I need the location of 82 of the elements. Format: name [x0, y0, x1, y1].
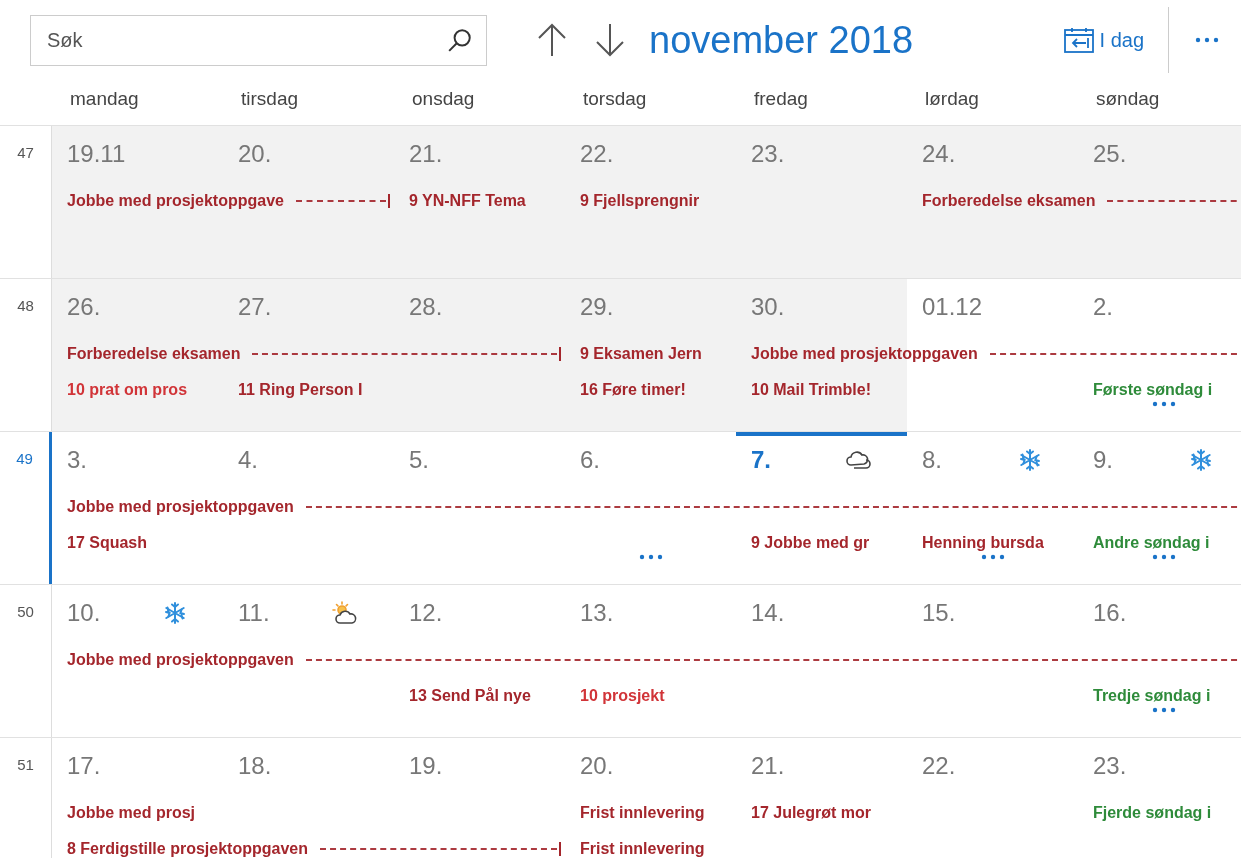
date-label[interactable]: 19.11 — [67, 140, 126, 168]
date-label[interactable]: 28. — [409, 293, 443, 321]
date-label[interactable]: 30. — [751, 293, 785, 321]
date-label[interactable]: 10. — [67, 599, 101, 627]
date-label[interactable]: 4. — [238, 446, 258, 474]
date-label[interactable]: 25. — [1093, 140, 1127, 168]
event-label[interactable]: 9 YN-NFF Tema — [409, 192, 526, 210]
event-label[interactable]: 8 Ferdigstille prosjektoppgaven — [67, 840, 308, 858]
date-label[interactable]: 2. — [1093, 293, 1113, 321]
event-label[interactable]: Forberedelse eksamen — [922, 192, 1096, 210]
event-label[interactable]: Henning bursda — [922, 534, 1044, 552]
event-label[interactable]: 17 Julegrøt mor — [751, 804, 872, 822]
event-label[interactable]: Jobbe med prosj — [67, 804, 196, 822]
date-label[interactable]: 26. — [67, 293, 101, 321]
weekday-header: mandag — [69, 87, 140, 110]
date-label[interactable]: 6. — [580, 446, 600, 474]
date-label[interactable]: 20. — [238, 140, 272, 168]
date-label[interactable]: 20. — [580, 752, 614, 780]
today-button[interactable]: I dag — [1059, 23, 1148, 57]
date-label[interactable]: 13. — [580, 599, 614, 627]
date-label[interactable]: 22. — [922, 752, 956, 780]
weekday-header: fredag — [753, 87, 809, 110]
event-label[interactable]: 9 Jobbe med gr — [751, 534, 870, 552]
event-label[interactable]: 17 Squash — [67, 534, 148, 552]
date-label[interactable]: 21. — [409, 140, 443, 168]
date-label[interactable]: 11. — [238, 599, 270, 627]
weekday-header: tirsdag — [240, 87, 300, 110]
more-events-icon[interactable] — [638, 554, 663, 560]
date-label[interactable]: 23. — [1093, 752, 1127, 780]
date-label[interactable]: 24. — [922, 140, 956, 168]
date-label[interactable]: 12. — [409, 599, 443, 627]
event-label[interactable]: Andre søndag i — [1093, 534, 1210, 552]
search-field[interactable]: Søk — [30, 14, 487, 66]
event-label[interactable]: 9 Eksamen Jern — [580, 345, 702, 363]
event-label[interactable]: 16 Føre timer! — [580, 381, 686, 399]
date-label[interactable]: 22. — [580, 140, 614, 168]
date-label[interactable]: 7. — [751, 446, 771, 474]
up-arrow-icon — [537, 23, 567, 57]
date-label[interactable]: 14. — [751, 599, 785, 627]
search-icon — [447, 26, 473, 53]
date-label[interactable]: 01.12 — [922, 293, 983, 321]
date-label[interactable]: 9. — [1093, 446, 1113, 474]
more-icon — [1195, 37, 1219, 43]
date-label[interactable]: 15. — [922, 599, 956, 627]
more-events-icon[interactable] — [1151, 401, 1176, 407]
event-label[interactable]: 10 Mail Trimble! — [751, 381, 872, 399]
date-label[interactable]: 19. — [409, 752, 443, 780]
date-label[interactable]: 27. — [238, 293, 272, 321]
date-label[interactable]: 23. — [751, 140, 785, 168]
event-label[interactable]: Jobbe med prosjektoppgaven — [67, 651, 294, 669]
down-arrow-icon — [595, 23, 625, 57]
event-label[interactable]: Jobbe med prosjektoppgave — [67, 192, 284, 210]
event-label[interactable]: 10 prosjekt — [580, 687, 665, 705]
event-label[interactable]: Frist innlevering — [580, 840, 705, 858]
weekday-header: lørdag — [924, 87, 980, 110]
event-label[interactable]: Første søndag i — [1093, 381, 1213, 399]
event-label[interactable]: 11 Ring Person I — [238, 381, 363, 399]
calendar-icon — [1063, 27, 1094, 53]
weekday-header: onsdag — [411, 87, 476, 110]
month-title: november 2018 — [649, 18, 914, 62]
event-label[interactable]: Fjerde søndag i — [1093, 804, 1212, 822]
date-label[interactable]: 29. — [580, 293, 614, 321]
event-label[interactable]: Jobbe med prosjektoppgaven — [751, 345, 978, 363]
event-label[interactable]: Jobbe med prosjektoppgaven — [67, 498, 294, 516]
event-label[interactable]: 13 Send Pål nye — [409, 687, 531, 705]
date-label[interactable]: 16. — [1093, 599, 1127, 627]
event-label[interactable]: 9 Fjellsprengnir — [580, 192, 700, 210]
more-events-icon[interactable] — [1151, 554, 1176, 560]
weekday-header: torsdag — [582, 87, 648, 110]
date-label[interactable]: 5. — [409, 446, 429, 474]
more-events-icon[interactable] — [980, 554, 1005, 560]
event-label[interactable]: Forberedelse eksamen — [67, 345, 241, 363]
date-label[interactable]: 17. — [67, 752, 101, 780]
date-label[interactable]: 3. — [67, 446, 87, 474]
date-label[interactable]: 18. — [238, 752, 272, 780]
event-label[interactable]: Tredje søndag i — [1093, 687, 1211, 705]
more-events-icon[interactable] — [1151, 707, 1176, 713]
date-label[interactable]: 8. — [922, 446, 942, 474]
weekday-header: søndag — [1095, 87, 1161, 110]
event-label[interactable]: 10 prat om pros — [67, 381, 188, 399]
date-label[interactable]: 21. — [751, 752, 785, 780]
event-label[interactable]: Frist innlevering — [580, 804, 705, 822]
